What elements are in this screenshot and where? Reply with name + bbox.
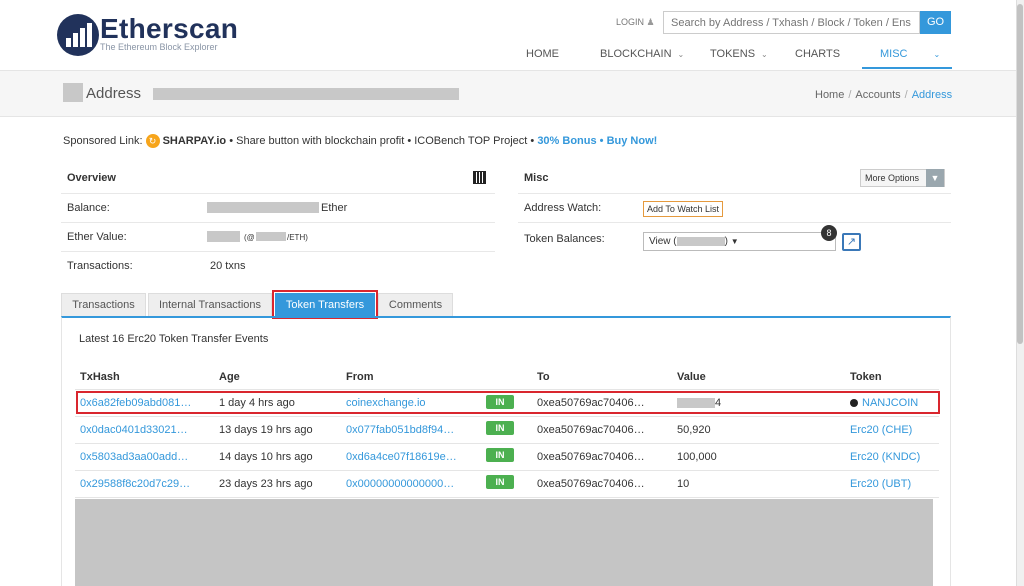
divider	[61, 222, 495, 223]
row-from[interactable]: 0x00000000000000…	[346, 478, 454, 490]
row-token[interactable]: Erc20 (CHE)	[850, 424, 912, 436]
row-txhash[interactable]: 0x29588f8c20d7c29…	[80, 478, 190, 490]
direction-badge: IN	[486, 448, 514, 462]
highlight-box	[272, 290, 378, 319]
column-token: Token	[850, 371, 882, 383]
direction-badge: IN	[486, 421, 514, 435]
tab-internal-transactions[interactable]: Internal Transactions	[148, 293, 272, 317]
column-age: Age	[219, 371, 240, 383]
transactions-label: Transactions:	[67, 260, 133, 272]
sponsored-link: Sponsored Link: ↻ SHARPAY.io • Share butt…	[63, 134, 657, 148]
row-to: 0xea50769ac70406…	[537, 451, 645, 463]
ether-price-open: (@	[244, 233, 255, 242]
qr-code-icon[interactable]	[473, 171, 486, 184]
caret-down-icon: ▼	[730, 237, 739, 246]
breadcrumb-address[interactable]: Address	[912, 89, 952, 101]
address-identicon-redacted	[63, 83, 83, 102]
ether-price-redacted	[256, 232, 286, 241]
nav-blockchain[interactable]: BLOCKCHAIN ⌄	[600, 48, 684, 60]
active-nav-underline	[862, 67, 952, 69]
chevron-down-icon: ⌄	[677, 50, 685, 59]
divider	[518, 222, 951, 223]
ether-price-close: /ETH)	[287, 233, 308, 242]
row-age: 14 days 10 hrs ago	[219, 451, 313, 463]
column-value: Value	[677, 371, 706, 383]
search-input[interactable]	[663, 11, 920, 34]
divider	[75, 497, 939, 498]
sponsor-brand[interactable]: SHARPAY.io	[163, 135, 227, 147]
transfers-heading: Latest 16 Erc20 Token Transfer Events	[79, 333, 269, 345]
overview-title: Overview	[67, 172, 116, 184]
row-from[interactable]: 0x077fab051bd8f94…	[346, 424, 454, 436]
search-go-button[interactable]: GO	[920, 11, 951, 34]
transactions-value: 20 txns	[210, 260, 246, 272]
redacted-rows-block	[75, 499, 933, 586]
add-to-watch-list-button[interactable]: Add To Watch List	[643, 201, 724, 217]
divider	[61, 193, 495, 194]
divider	[61, 251, 495, 252]
breadcrumb-home[interactable]: Home	[815, 89, 844, 101]
token-balances-label: Token Balances:	[524, 233, 605, 245]
address-watch-label: Address Watch:	[524, 202, 602, 214]
divider	[75, 389, 939, 390]
nav-charts[interactable]: CHARTS	[795, 48, 840, 60]
token-balances-select[interactable]: View () ▼	[643, 232, 836, 251]
direction-badge: IN	[486, 475, 514, 489]
divider	[75, 470, 939, 471]
row-value: 10	[677, 478, 690, 490]
nav-misc[interactable]: MISC ⌄	[880, 48, 940, 60]
divider	[518, 193, 951, 194]
sponsor-prefix: Sponsored Link:	[63, 134, 143, 147]
breadcrumb: Home / Accounts / Address	[815, 89, 953, 101]
row-token[interactable]: Erc20 (UBT)	[850, 478, 911, 490]
balance-value-redacted	[207, 202, 319, 213]
tab-transactions[interactable]: Transactions	[61, 293, 146, 317]
balance-unit: Ether	[321, 202, 348, 214]
row-to: 0xea50769ac70406…	[537, 478, 645, 490]
column-to: To	[537, 371, 550, 383]
row-txhash[interactable]: 0x0dac0401d33021…	[80, 424, 188, 436]
ether-value-redacted	[207, 231, 240, 242]
divider	[75, 416, 939, 417]
sponsor-cta[interactable]: 30% Bonus • Buy Now!	[537, 135, 657, 147]
chevron-down-icon: ⌄	[933, 50, 941, 59]
page-title: Address	[86, 85, 142, 102]
misc-title: Misc	[524, 172, 549, 184]
row-value: 100,000	[677, 451, 717, 463]
row-value: 50,920	[677, 424, 711, 436]
address-hash-redacted	[153, 88, 459, 100]
token-value-redacted	[676, 236, 725, 246]
more-options-button[interactable]: More Options ▼	[860, 169, 945, 187]
scrollbar-thumb[interactable]	[1017, 4, 1023, 344]
etherscan-logo-icon[interactable]	[57, 14, 99, 56]
row-txhash[interactable]: 0x5803ad3aa00add…	[80, 451, 188, 463]
row-age: 23 days 23 hrs ago	[219, 478, 313, 490]
login-link[interactable]: LOGIN ♟	[616, 17, 655, 28]
breadcrumb-accounts[interactable]: Accounts	[855, 89, 900, 101]
row-age: 13 days 19 hrs ago	[219, 424, 313, 436]
logo-tagline: The Ethereum Block Explorer	[100, 42, 218, 52]
column-txhash: TxHash	[80, 371, 120, 383]
user-icon: ♟	[646, 17, 655, 27]
nav-tokens[interactable]: TOKENS ⌄	[710, 48, 768, 60]
sharpay-icon: ↻	[145, 134, 160, 148]
logo-text[interactable]: Etherscan	[100, 13, 238, 45]
caret-down-icon: ▼	[926, 169, 944, 187]
sponsor-text: • Share button with blockchain profit • …	[229, 134, 535, 147]
row-token[interactable]: Erc20 (KNDC)	[850, 451, 920, 463]
row-from[interactable]: 0xd6a4ce07f18619e…	[346, 451, 457, 463]
expand-icon[interactable]: ↗	[842, 233, 861, 251]
balance-label: Balance:	[67, 202, 110, 214]
row-to: 0xea50769ac70406…	[537, 424, 645, 436]
chevron-down-icon: ⌄	[761, 50, 768, 59]
tab-comments[interactable]: Comments	[378, 293, 453, 317]
divider	[75, 443, 939, 444]
nav-home[interactable]: HOME	[526, 48, 559, 60]
token-count-badge: 8	[821, 225, 837, 241]
ether-value-label: Ether Value:	[67, 231, 127, 243]
highlight-box	[76, 391, 940, 414]
column-from: From	[346, 371, 374, 383]
